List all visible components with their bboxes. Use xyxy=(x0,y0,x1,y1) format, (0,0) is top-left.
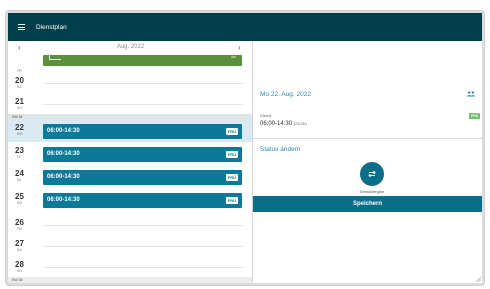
detail-date: Mo 22. Aug. 2022 xyxy=(260,91,311,98)
day-number: 22 xyxy=(15,123,24,132)
day-name: SO xyxy=(17,269,23,273)
day-name: MI xyxy=(17,178,21,182)
shift-card-25[interactable]: 06:00-14:30 FRÜ xyxy=(43,193,242,208)
day-number: 21 xyxy=(15,97,24,106)
app-bar: Dienstplan xyxy=(8,13,482,41)
shift-tag: FRÜ xyxy=(225,128,238,135)
resize-grip-icon[interactable] xyxy=(475,276,481,282)
week-label: KW 35 xyxy=(8,277,252,283)
shift-time: 06:00-14:30 xyxy=(47,151,80,157)
day-number: 20 xyxy=(15,76,24,85)
app-window: Dienstplan ‹ Aug. 2022 › FR 20 SA 21 SO xyxy=(8,13,482,283)
shift-card-22[interactable]: 06:00-14:30 FRÜ xyxy=(43,124,242,139)
month-label: Aug. 2022 xyxy=(116,44,145,50)
day-number: 23 xyxy=(15,146,24,155)
swap-label: Dienstübergabe xyxy=(359,190,385,194)
people-icon[interactable] xyxy=(467,91,475,97)
day-name: DI xyxy=(17,155,21,159)
day-number: 26 xyxy=(15,218,24,227)
day-number: 28 xyxy=(15,260,24,269)
day-number: 25 xyxy=(15,192,24,201)
swap-icon xyxy=(368,170,376,178)
save-button[interactable]: Speichern xyxy=(253,196,482,212)
day-name-top: FR xyxy=(17,69,22,73)
day-name: DO xyxy=(17,201,23,205)
detail-duration: (23:0K) xyxy=(293,121,307,126)
shift-tag: FRÜ xyxy=(225,197,238,204)
app-title: Dienstplan xyxy=(36,23,67,31)
day-name: FR xyxy=(17,227,22,231)
day-number: 27 xyxy=(15,239,24,248)
chevron-right-icon[interactable]: › xyxy=(238,43,241,53)
menu-icon[interactable] xyxy=(18,24,25,30)
day-number: 24 xyxy=(15,169,24,178)
month-nav: ‹ Aug. 2022 › xyxy=(8,41,482,55)
detail-panel: Mo 22. Aug. 2022 Dienst FRÜ 06:00-14:30 … xyxy=(253,55,482,283)
detail-separator xyxy=(253,138,482,139)
detail-label: Dienst xyxy=(260,113,272,118)
day-name: SA xyxy=(17,85,22,89)
device-frame: Dienstplan ‹ Aug. 2022 › FR 20 SA 21 SO xyxy=(6,11,484,285)
day-name: SA xyxy=(17,248,22,252)
day-name: SO xyxy=(17,106,23,110)
status-title: Status ändern xyxy=(260,146,301,153)
swap-button[interactable] xyxy=(360,162,384,186)
shift-tag: FRÜ xyxy=(225,174,238,181)
calendar-list: FR 20 SA 21 SO KW 34 22 MO 06:00-14:30 F… xyxy=(8,55,252,283)
shift-card-24[interactable]: 06:00-14:30 FRÜ xyxy=(43,170,242,185)
event-bar-previous[interactable] xyxy=(43,55,242,66)
detail-badge: FRÜ xyxy=(469,113,481,119)
shift-time: 06:00-14:30 xyxy=(47,174,80,180)
shift-tag: FRÜ xyxy=(225,151,238,158)
day-name: MO xyxy=(17,132,23,136)
detail-time: 06:00-14:30 (23:0K) xyxy=(260,121,307,127)
week-label: KW 34 xyxy=(8,114,252,121)
shift-time: 06:00-14:30 xyxy=(47,128,80,134)
shift-card-23[interactable]: 06:00-14:30 FRÜ xyxy=(43,147,242,162)
shift-time: 06:00-14:30 xyxy=(47,197,80,203)
detail-time-value: 06:00-14:30 xyxy=(260,121,293,127)
